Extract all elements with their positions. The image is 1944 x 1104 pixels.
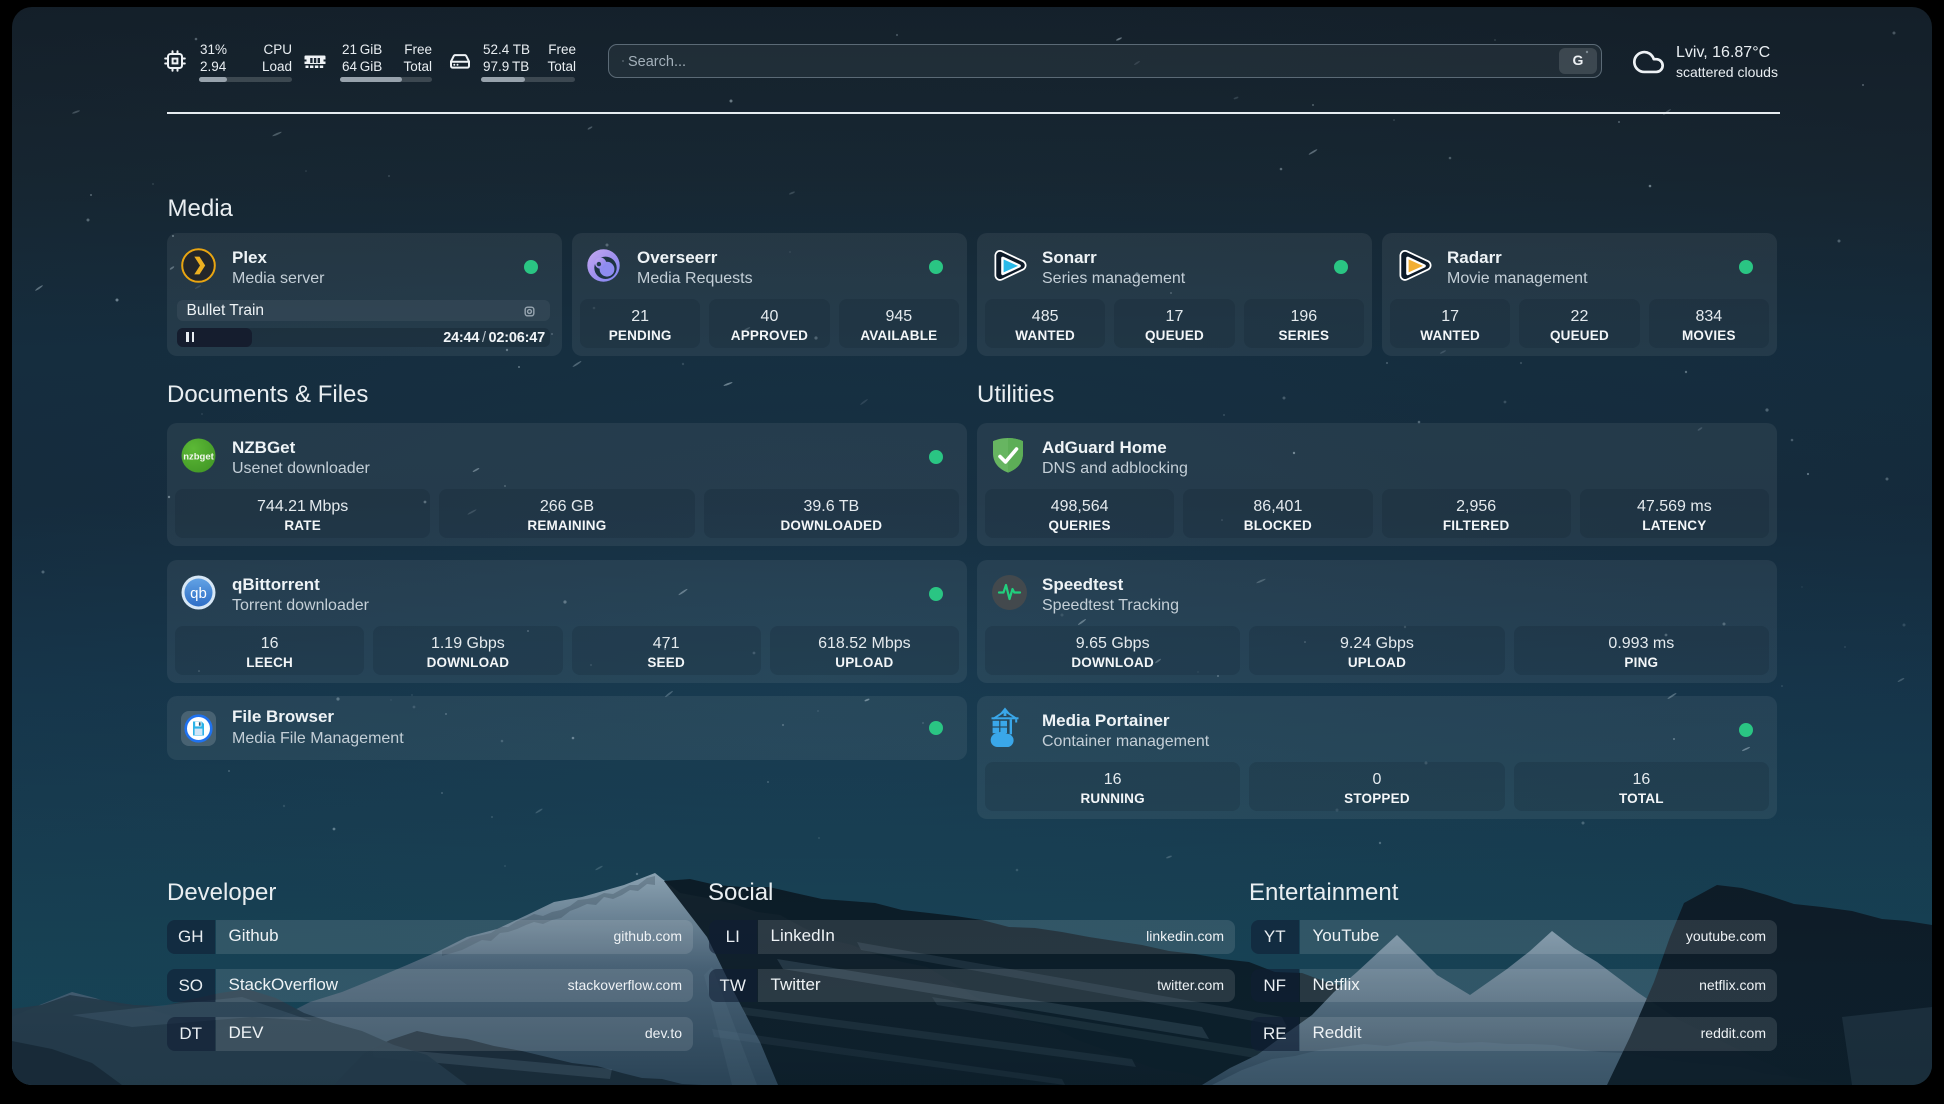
svg-text:qb: qb [190,585,207,602]
svg-text:nzbget: nzbget [183,452,214,463]
